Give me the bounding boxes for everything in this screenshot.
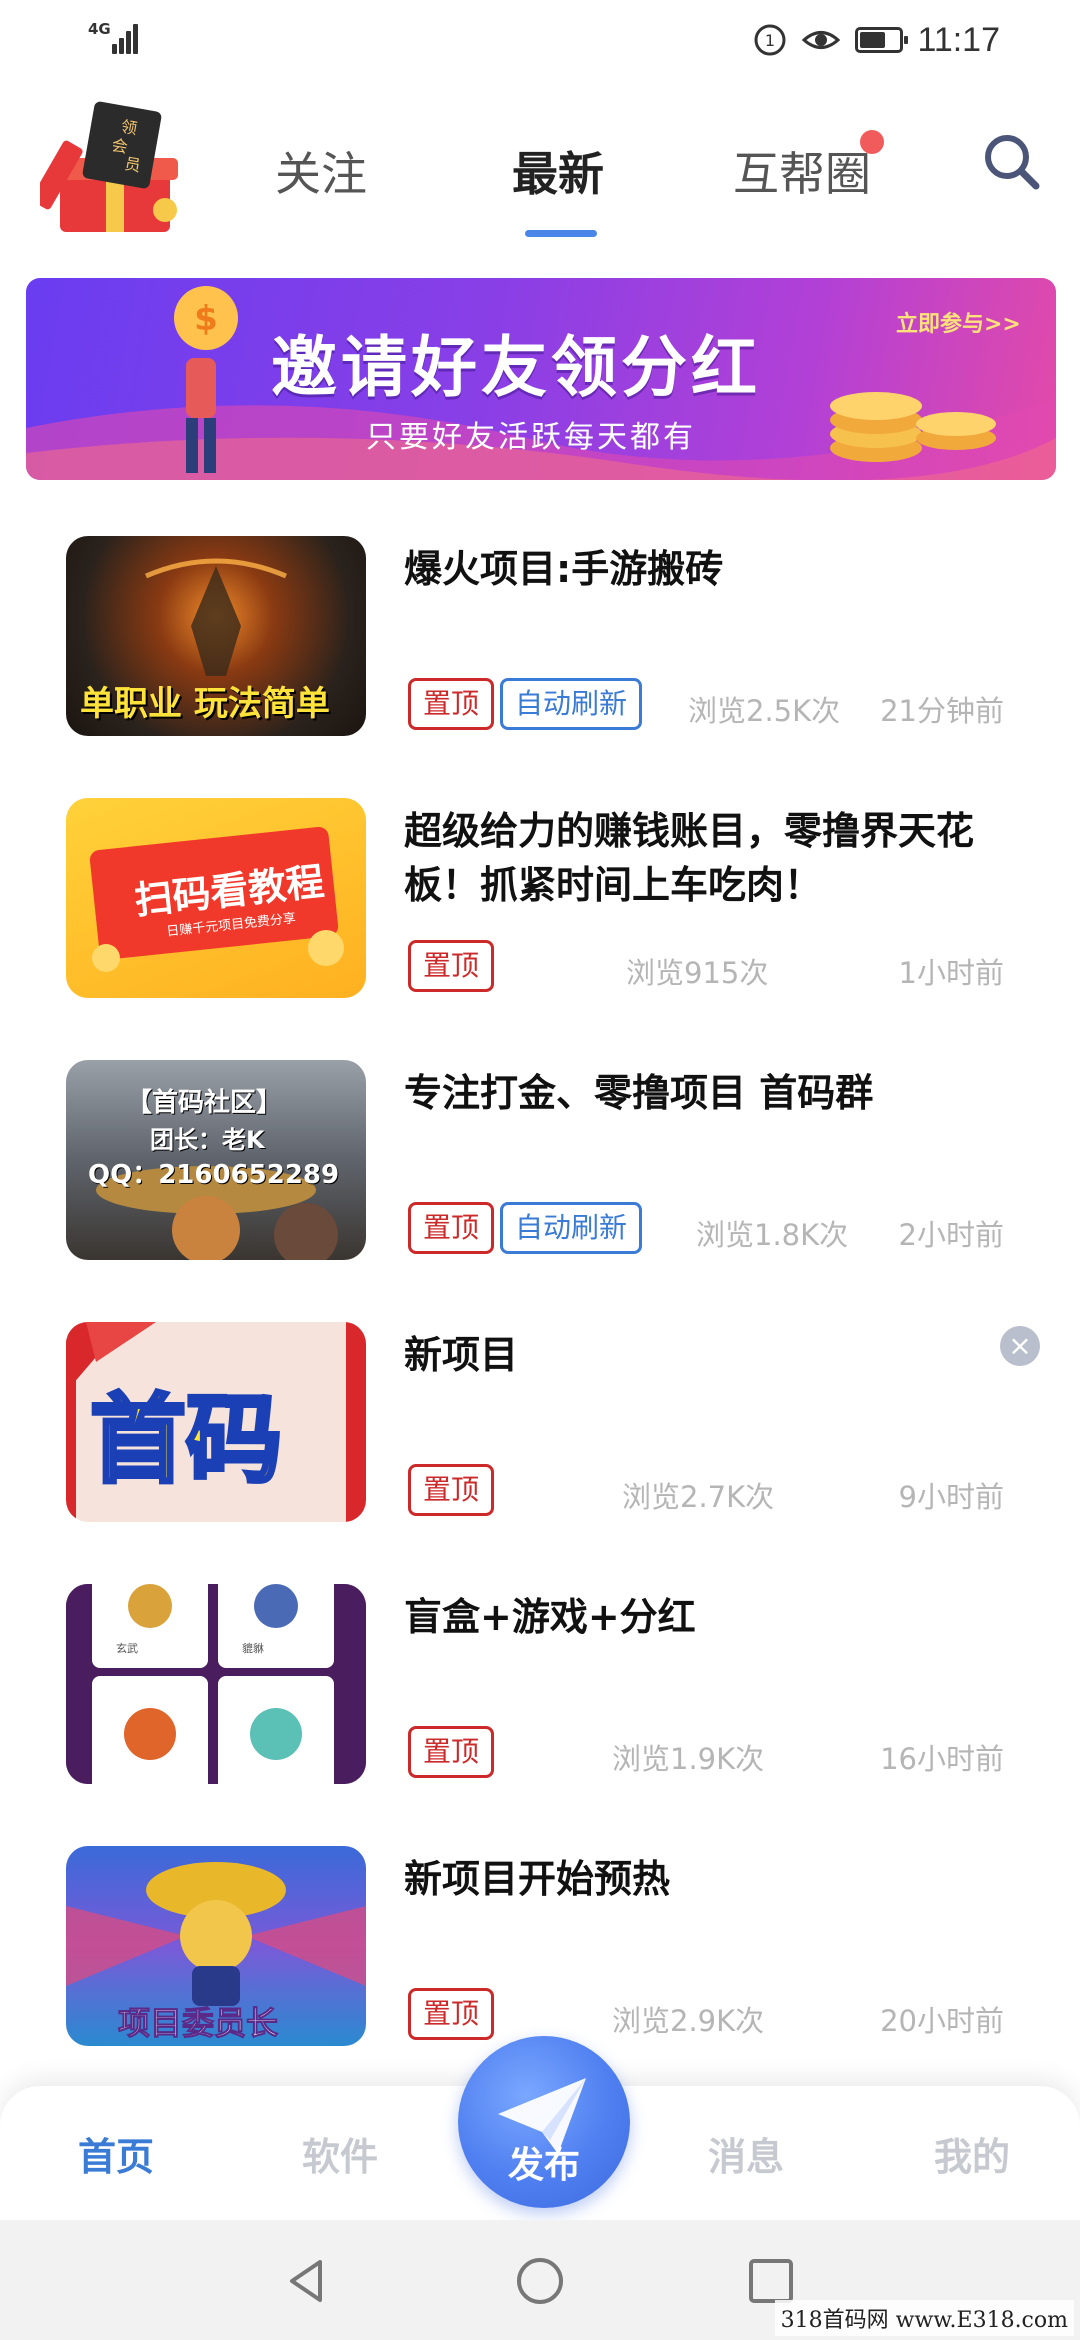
nav-profile[interactable]: 我的 xyxy=(934,2126,1010,2181)
recents-icon[interactable] xyxy=(746,2256,796,2306)
item-title: 新项目开始预热 xyxy=(404,1857,671,1901)
list-item[interactable]: 单职业 玩法简单 爆火项目:手游搬砖 置顶 自动刷新 浏览2.5K次 21分钟前 xyxy=(0,520,1080,750)
post-time: 1小时前 xyxy=(898,956,1004,990)
notification-dot xyxy=(860,130,884,154)
view-count: 浏览1.8K次 xyxy=(696,1218,849,1252)
item-thumbnail: 玄武 貔貅 xyxy=(66,1584,366,1784)
thumb-line: QQ：2160652289 xyxy=(88,1160,340,1190)
list-item[interactable]: 玄武 貔貅 盲盒+游戏+分红 置顶 浏览1.9K次 16小时前 xyxy=(0,1568,1080,1798)
top-nav: 领 会 员 关注 最新 互帮圈 xyxy=(0,90,1080,250)
item-title: 新项目 xyxy=(404,1333,519,1377)
tab-follow[interactable]: 关注 xyxy=(275,138,367,204)
status-bar: 4G 1 11:17 xyxy=(0,0,1080,80)
view-count: 浏览2.9K次 xyxy=(612,2004,765,2038)
search-icon[interactable] xyxy=(980,130,1044,194)
item-title: 爆火项目:手游搬砖 xyxy=(404,547,724,591)
tab-latest[interactable]: 最新 xyxy=(512,138,604,204)
post-time: 16小时前 xyxy=(880,1742,1004,1776)
banner-cta[interactable]: 立即参与>> xyxy=(896,306,1021,338)
thumb-line: 【首码社区】 xyxy=(126,1088,283,1118)
pinned-tag: 置顶 xyxy=(408,1202,495,1254)
svg-text:员: 员 xyxy=(123,154,142,175)
pinned-tag: 置顶 xyxy=(408,1726,495,1778)
banner-title: 邀请好友领分红 xyxy=(271,329,761,406)
post-time: 2小时前 xyxy=(898,1218,1004,1252)
signal-icon xyxy=(112,18,144,54)
close-icon[interactable]: × xyxy=(1000,1326,1040,1366)
battery-icon xyxy=(855,27,909,53)
auto-refresh-tag: 自动刷新 xyxy=(500,678,643,730)
thumb-label: 玄武 xyxy=(116,1642,138,1655)
gift-box-icon: 领 会 员 xyxy=(31,101,178,232)
tab-mutual-help[interactable]: 互帮圈 xyxy=(733,138,871,204)
pinned-tag: 置顶 xyxy=(408,1464,495,1516)
list-item[interactable]: 首码 新项目 × 置顶 浏览2.7K次 9小时前 xyxy=(0,1306,1080,1536)
item-thumbnail: 扫码看教程 日赚千元项目免费分享 xyxy=(66,798,366,998)
item-thumbnail: 单职业 玩法简单 xyxy=(66,536,366,736)
invite-banner[interactable]: $ 邀请好友领分红 只要好友活跃每天都有 立即参与>> xyxy=(26,278,1056,480)
nav-software[interactable]: 软件 xyxy=(302,2126,378,2181)
banner-subtitle: 只要好友活跃每天都有 xyxy=(366,420,696,455)
publish-button[interactable]: 发布 xyxy=(458,2036,630,2208)
status-right: 1 11:17 xyxy=(753,18,1000,62)
view-count: 浏览915次 xyxy=(626,956,769,990)
publish-label: 发布 xyxy=(507,2145,580,2186)
view-count: 浏览2.5K次 xyxy=(688,694,841,728)
view-count: 浏览2.7K次 xyxy=(622,1480,775,1514)
post-time: 20小时前 xyxy=(880,2004,1004,2038)
thumb-caption: 单职业 玩法简单 xyxy=(80,684,330,724)
nav-messages[interactable]: 消息 xyxy=(708,2126,784,2181)
pinned-tag: 置顶 xyxy=(408,1988,495,2040)
list-item[interactable]: 扫码看教程 日赚千元项目免费分享 超级给力的赚钱账目，零撸界天花板！抓紧时间上车… xyxy=(0,782,1080,1012)
svg-text:领: 领 xyxy=(120,117,139,138)
data-saver-icon: 1 xyxy=(754,24,786,56)
post-time: 21分钟前 xyxy=(880,694,1004,728)
watermark: 318首码网 www.E318.com xyxy=(774,2300,1074,2336)
active-tab-indicator xyxy=(525,230,597,237)
vip-badge[interactable]: 领 会 员 xyxy=(31,100,200,240)
thumb-caption: 首码 xyxy=(88,1382,284,1498)
item-thumbnail: 【首码社区】 团长：老K QQ：2160652289 xyxy=(66,1060,366,1260)
svg-text:1: 1 xyxy=(765,31,775,50)
back-icon[interactable] xyxy=(282,2256,332,2306)
item-title: 超级给力的赚钱账目，零撸界天花板！抓紧时间上车吃肉！ xyxy=(404,809,975,907)
view-count: 浏览1.9K次 xyxy=(612,1742,765,1776)
network-type: 4G xyxy=(88,20,111,38)
item-title: 专注打金、零撸项目 首码群 xyxy=(404,1071,874,1115)
svg-text:$: $ xyxy=(194,299,218,339)
item-thumbnail: 项目委员长 xyxy=(66,1846,366,2046)
thumb-caption: 项目委员长 xyxy=(117,2004,279,2043)
item-thumbnail: 首码 xyxy=(66,1322,366,1522)
thumb-line: 团长：老K xyxy=(150,1126,265,1154)
thumb-label: 貔貅 xyxy=(242,1642,264,1655)
home-icon[interactable] xyxy=(515,2256,565,2306)
eye-comfort-icon xyxy=(802,31,841,49)
nav-home[interactable]: 首页 xyxy=(78,2126,154,2181)
list-item[interactable]: 项目委员长 新项目开始预热 置顶 浏览2.9K次 20小时前 xyxy=(0,1830,1080,2060)
clock: 11:17 xyxy=(917,20,1000,59)
pinned-tag: 置顶 xyxy=(408,940,495,992)
post-time: 9小时前 xyxy=(898,1480,1004,1514)
item-title: 盲盒+游戏+分红 xyxy=(404,1595,696,1639)
list-item[interactable]: 【首码社区】 团长：老K QQ：2160652289 专注打金、零撸项目 首码群… xyxy=(0,1044,1080,1274)
auto-refresh-tag: 自动刷新 xyxy=(500,1202,643,1254)
pinned-tag: 置顶 xyxy=(408,678,495,730)
